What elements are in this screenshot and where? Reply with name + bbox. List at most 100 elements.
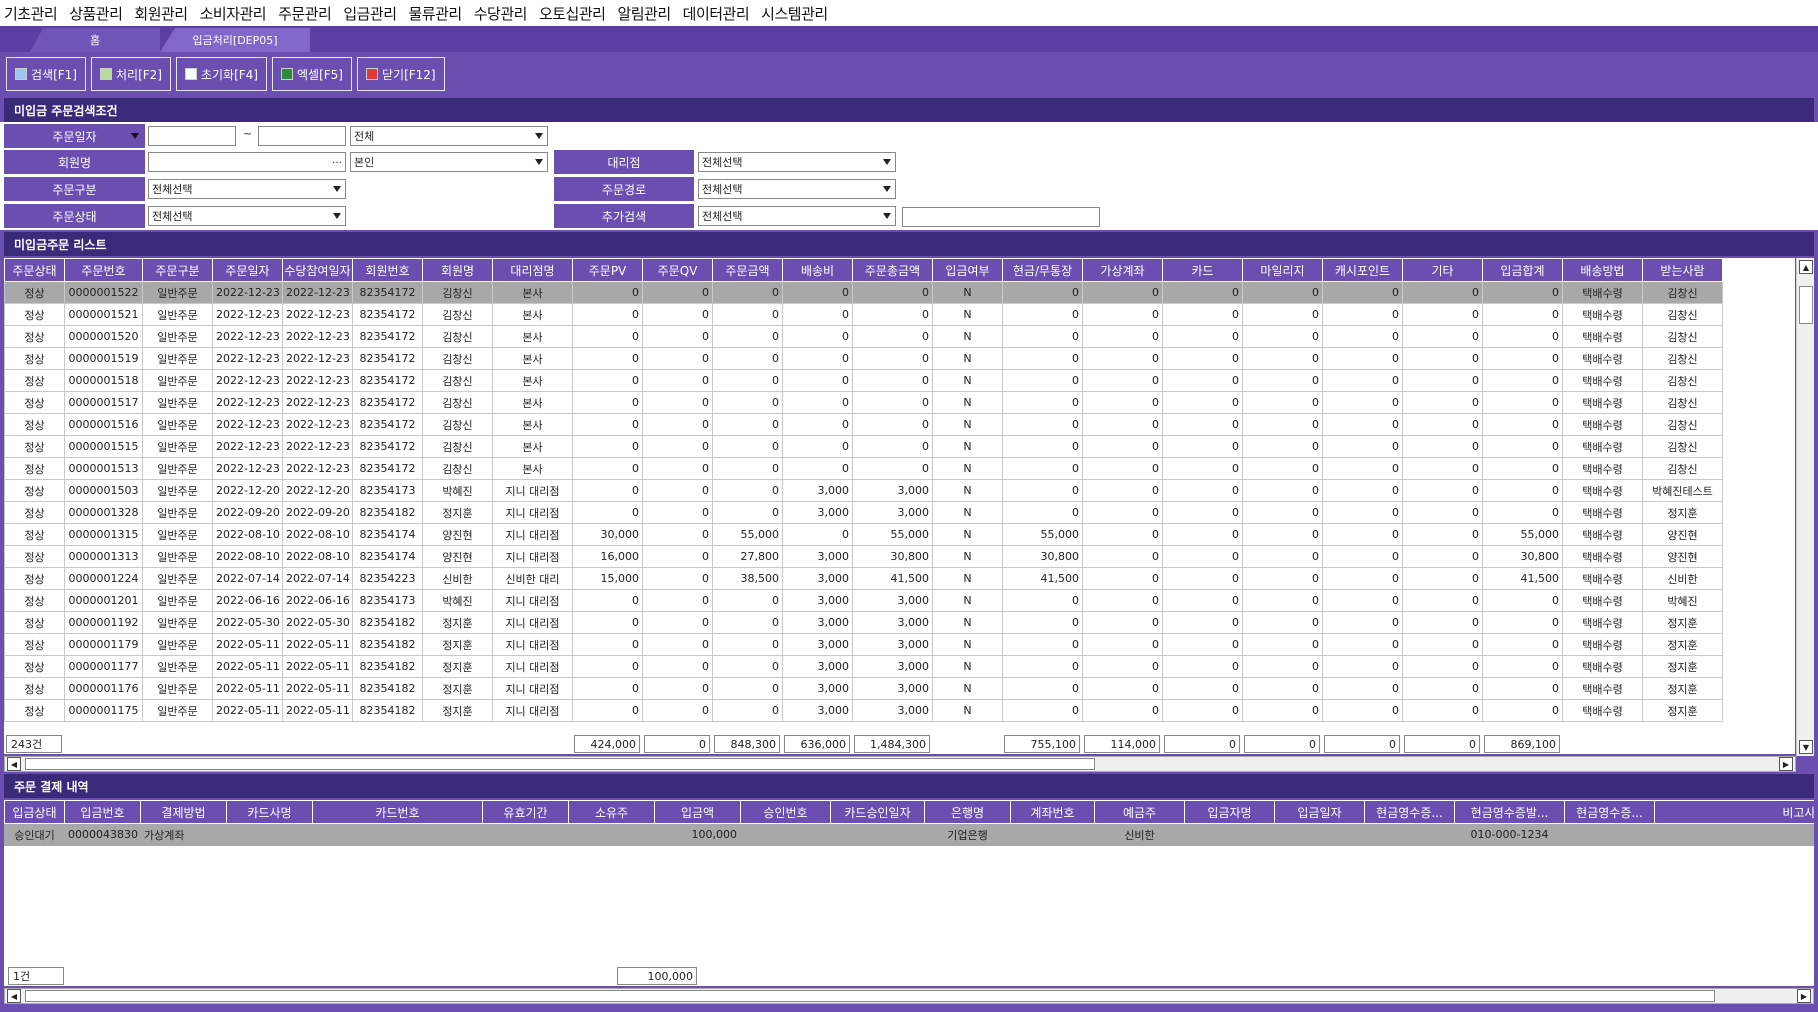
column-header[interactable]: 입금액 (654, 800, 741, 824)
table-row[interactable]: 정상 0000001513 일반주문 2022-12-23 2022-12-23 8235… (4, 457, 1723, 480)
scroll-down-icon[interactable]: ▼ (1799, 740, 1813, 754)
column-header[interactable]: 기타 (1402, 258, 1483, 282)
menu-item[interactable]: 회원관리 (134, 3, 188, 24)
column-header[interactable]: 입금여부 (932, 258, 1003, 282)
menu-item[interactable]: 주문관리 (278, 3, 332, 24)
table-row[interactable]: 정상 0000001516 일반주문 2022-12-23 2022-12-23 8235… (4, 413, 1723, 436)
menu-item[interactable]: 소비자관리 (200, 3, 267, 24)
column-header[interactable]: 주문상태 (4, 258, 65, 282)
column-header[interactable]: 카드번호 (312, 800, 483, 824)
menu-item[interactable]: 물류관리 (409, 3, 463, 24)
menu-item[interactable]: 알림관리 (617, 3, 671, 24)
table-row[interactable]: 정상 0000001517 일반주문 2022-12-23 2022-12-23 8235… (4, 391, 1723, 414)
column-header[interactable]: 받는사람 (1642, 258, 1723, 282)
column-header[interactable]: 계좌번호 (1010, 800, 1095, 824)
column-header[interactable]: 회원명 (422, 258, 493, 282)
column-header[interactable]: 카드 (1162, 258, 1243, 282)
scroll-left-icon[interactable]: ◀ (7, 757, 21, 771)
order-type-select[interactable]: 전체선택 (148, 179, 346, 199)
column-header[interactable]: 주문총금액 (852, 258, 933, 282)
column-header[interactable]: 대리점명 (492, 258, 573, 282)
menu-item[interactable]: 오토십관리 (539, 3, 606, 24)
column-header[interactable]: 소유주 (568, 800, 655, 824)
column-header[interactable]: 주문구분 (142, 258, 213, 282)
column-header[interactable]: 배송방법 (1562, 258, 1643, 282)
extra-search-select[interactable]: 전체선택 (698, 206, 896, 226)
payment-hscroll[interactable]: ◀ ▶ (4, 988, 1814, 1004)
agency-select[interactable]: 전체선택 (698, 152, 896, 172)
date-scope-select[interactable]: 전체 (350, 126, 548, 146)
column-header[interactable]: 카드승인일자 (830, 800, 925, 824)
menu-item[interactable]: 시스템관리 (761, 3, 828, 24)
hscroll-thumb[interactable] (25, 758, 1095, 770)
table-row[interactable]: 정상 0000001520 일반주문 2022-12-23 2022-12-23 8235… (4, 325, 1723, 348)
order-list-hscroll[interactable]: ◀ ▶ (4, 756, 1796, 772)
hscroll-thumb[interactable] (25, 990, 1715, 1002)
menu-item[interactable]: 상품관리 (69, 3, 123, 24)
scroll-up-icon[interactable]: ▲ (1799, 260, 1813, 274)
table-row[interactable]: 정상 0000001179 일반주문 2022-05-11 2022-05-11 8235… (4, 633, 1723, 656)
column-header[interactable]: 비고사항 (1654, 800, 1814, 824)
column-header[interactable]: 주문금액 (712, 258, 783, 282)
column-header[interactable]: 입금일자 (1274, 800, 1365, 824)
column-header[interactable]: 현금영수증... (1364, 800, 1455, 824)
table-row[interactable]: 정상 0000001224 일반주문 2022-07-14 2022-07-14 8235… (4, 567, 1723, 590)
table-row[interactable]: 정상 0000001192 일반주문 2022-05-30 2022-05-30 8235… (4, 611, 1723, 634)
table-row[interactable]: 정상 0000001175 일반주문 2022-05-11 2022-05-11 8235… (4, 699, 1723, 722)
column-header[interactable]: 승인번호 (740, 800, 831, 824)
process-button[interactable]: 처리[F2] (90, 57, 171, 91)
table-row[interactable]: 정상 0000001315 일반주문 2022-08-10 2022-08-10 8235… (4, 523, 1723, 546)
table-row[interactable]: 승인대기 0000043830 가상계좌 100,000 기업은행 신비한 010-000-… (4, 823, 1814, 846)
close-button[interactable]: 닫기[F12] (356, 57, 445, 91)
column-header[interactable]: 유효기간 (482, 800, 569, 824)
order-date-to[interactable] (258, 126, 346, 146)
search-button[interactable]: 검색[F1] (6, 57, 86, 91)
column-header[interactable]: 은행명 (924, 800, 1011, 824)
table-row[interactable]: 정상 0000001522 일반주문 2022-12-23 2022-12-23 8235… (4, 281, 1723, 304)
column-header[interactable]: 결제방법 (140, 800, 227, 824)
column-header[interactable]: 예금주 (1094, 800, 1185, 824)
column-header[interactable]: 배송비 (782, 258, 853, 282)
table-row[interactable]: 정상 0000001515 일반주문 2022-12-23 2022-12-23 8235… (4, 435, 1723, 458)
column-header[interactable]: 캐시포인트 (1322, 258, 1403, 282)
column-header[interactable]: 가상계좌 (1082, 258, 1163, 282)
column-header[interactable]: 현금영수증... (1564, 800, 1655, 824)
order-date-label[interactable]: 주문일자 (4, 124, 145, 148)
column-header[interactable]: 카드사명 (226, 800, 313, 824)
column-header[interactable]: 현금/무통장 (1002, 258, 1083, 282)
menu-item[interactable]: 데이터관리 (683, 3, 750, 24)
table-row[interactable]: 정상 0000001503 일반주문 2022-12-20 2022-12-20 8235… (4, 479, 1723, 502)
table-row[interactable]: 정상 0000001313 일반주문 2022-08-10 2022-08-10 8235… (4, 545, 1723, 568)
scroll-left-icon[interactable]: ◀ (7, 989, 21, 1003)
extra-search-input[interactable] (902, 207, 1100, 227)
member-scope-select[interactable]: 본인 (350, 152, 548, 172)
order-list-vscroll[interactable]: ▲ ▼ (1796, 258, 1814, 756)
column-header[interactable]: 주문번호 (64, 258, 143, 282)
column-header[interactable]: 수당참여일자 (282, 258, 353, 282)
table-row[interactable]: 정상 0000001521 일반주문 2022-12-23 2022-12-23 8235… (4, 303, 1723, 326)
column-header[interactable]: 주문일자 (212, 258, 283, 282)
scroll-thumb[interactable] (1799, 286, 1813, 324)
order-route-select[interactable]: 전체선택 (698, 179, 896, 199)
table-row[interactable]: 정상 0000001518 일반주문 2022-12-23 2022-12-23 8235… (4, 369, 1723, 392)
menu-item[interactable]: 기초관리 (4, 3, 58, 24)
more-icon[interactable]: … (332, 155, 342, 166)
column-header[interactable]: 입금자명 (1184, 800, 1275, 824)
table-row[interactable]: 정상 0000001328 일반주문 2022-09-20 2022-09-20 8235… (4, 501, 1723, 524)
excel-button[interactable]: 엑셀[F5] (272, 57, 352, 91)
column-header[interactable]: 입금번호 (64, 800, 141, 824)
column-header[interactable]: 입금합계 (1482, 258, 1563, 282)
column-header[interactable]: 주문QV (642, 258, 713, 282)
column-header[interactable]: 입금상태 (4, 800, 65, 824)
reset-button[interactable]: 초기화[F4] (175, 57, 267, 91)
menu-item[interactable]: 수당관리 (474, 3, 528, 24)
table-row[interactable]: 정상 0000001177 일반주문 2022-05-11 2022-05-11 8235… (4, 655, 1723, 678)
member-name-input[interactable]: … (148, 152, 346, 172)
order-date-from[interactable] (148, 126, 236, 146)
column-header[interactable]: 마일리지 (1242, 258, 1323, 282)
table-row[interactable]: 정상 0000001176 일반주문 2022-05-11 2022-05-11 8235… (4, 677, 1723, 700)
tab-home[interactable]: 홈 (30, 28, 160, 52)
order-status-select[interactable]: 전체선택 (148, 206, 346, 226)
column-header[interactable]: 주문PV (572, 258, 643, 282)
table-row[interactable]: 정상 0000001201 일반주문 2022-06-16 2022-06-16 8235… (4, 589, 1723, 612)
